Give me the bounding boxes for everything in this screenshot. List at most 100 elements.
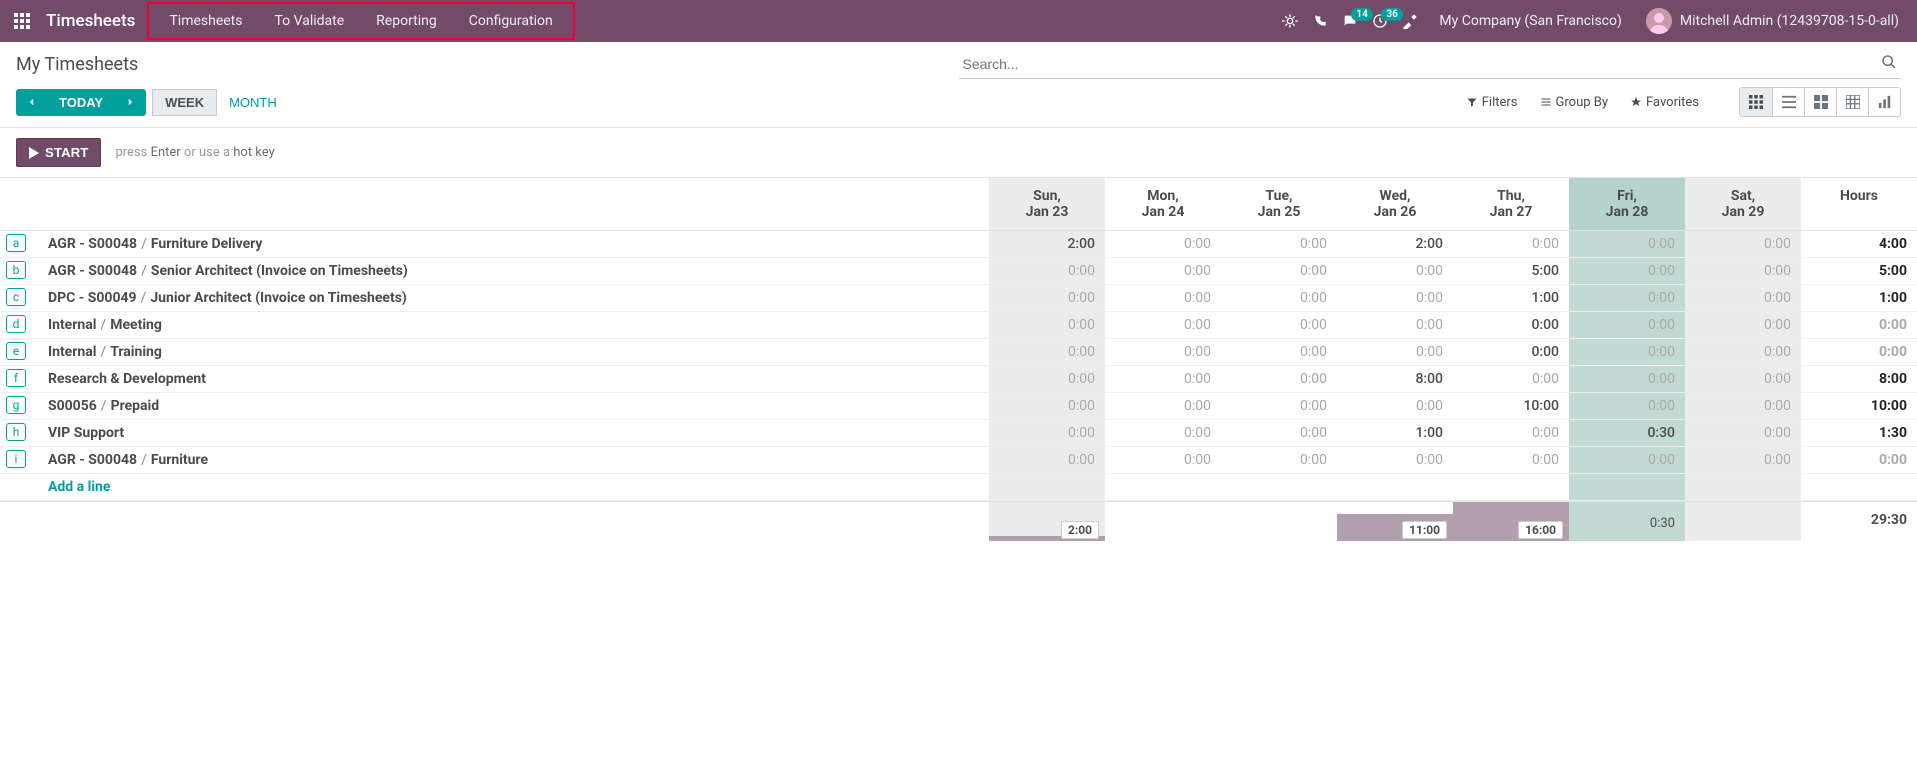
hotkey-badge[interactable]: a xyxy=(6,234,26,252)
time-cell[interactable]: 0:00 xyxy=(1685,339,1801,365)
favorites-menu[interactable]: Favorites xyxy=(1630,95,1699,110)
search-input[interactable] xyxy=(959,50,1902,79)
hotkey-badge[interactable]: d xyxy=(6,315,26,333)
time-cell[interactable]: 0:00 xyxy=(989,285,1105,311)
time-cell[interactable]: 0:00 xyxy=(989,447,1105,473)
row-label[interactable]: Internal/Training xyxy=(40,339,989,365)
time-cell[interactable]: 0:00 xyxy=(1221,285,1337,311)
time-cell[interactable]: 0:00 xyxy=(989,312,1105,338)
time-cell[interactable]: 0:00 xyxy=(1569,231,1685,257)
time-cell[interactable]: 0:00 xyxy=(1105,420,1221,446)
menu-to-validate[interactable]: To Validate xyxy=(259,3,361,39)
time-cell[interactable]: 0:00 xyxy=(1569,312,1685,338)
time-cell[interactable]: 1:00 xyxy=(1453,285,1569,311)
row-label[interactable]: VIP Support xyxy=(40,420,989,446)
time-cell[interactable]: 0:00 xyxy=(1453,366,1569,392)
row-label[interactable]: AGR - S00048/Senior Architect (Invoice o… xyxy=(40,258,989,284)
time-cell[interactable]: 0:30 xyxy=(1569,420,1685,446)
time-cell[interactable]: 0:00 xyxy=(1453,420,1569,446)
time-cell[interactable]: 0:00 xyxy=(1453,447,1569,473)
time-cell[interactable]: 0:00 xyxy=(1685,231,1801,257)
time-cell[interactable]: 0:00 xyxy=(989,420,1105,446)
scale-week[interactable]: WEEK xyxy=(152,89,217,116)
time-cell[interactable]: 0:00 xyxy=(989,339,1105,365)
view-kanban-icon[interactable] xyxy=(1804,88,1836,116)
time-cell[interactable]: 0:00 xyxy=(1569,339,1685,365)
view-grid-icon[interactable] xyxy=(1740,88,1772,116)
time-cell[interactable]: 0:00 xyxy=(1685,285,1801,311)
hotkey-badge[interactable]: h xyxy=(6,423,26,441)
time-cell[interactable]: 0:00 xyxy=(1685,258,1801,284)
time-cell[interactable]: 0:00 xyxy=(1105,258,1221,284)
time-cell[interactable]: 0:00 xyxy=(1569,258,1685,284)
hotkey-badge[interactable]: i xyxy=(6,450,26,468)
next-button[interactable] xyxy=(114,89,146,116)
debug-icon[interactable] xyxy=(1275,6,1305,36)
time-cell[interactable]: 0:00 xyxy=(1337,393,1453,419)
time-cell[interactable]: 0:00 xyxy=(1221,339,1337,365)
menu-configuration[interactable]: Configuration xyxy=(453,3,569,39)
scale-month[interactable]: MONTH xyxy=(217,90,289,115)
time-cell[interactable]: 0:00 xyxy=(1105,312,1221,338)
time-cell[interactable]: 0:00 xyxy=(1221,366,1337,392)
time-cell[interactable]: 0:00 xyxy=(1685,393,1801,419)
row-label[interactable]: Research & Development xyxy=(40,366,989,392)
hotkey-badge[interactable]: g xyxy=(6,396,26,414)
time-cell[interactable]: 0:00 xyxy=(1221,447,1337,473)
time-cell[interactable]: 0:00 xyxy=(1569,393,1685,419)
app-brand[interactable]: Timesheets xyxy=(36,11,145,31)
row-label[interactable]: Internal/Meeting xyxy=(40,312,989,338)
company-selector[interactable]: My Company (San Francisco) xyxy=(1425,13,1635,29)
view-pivot-icon[interactable] xyxy=(1836,88,1868,116)
tools-icon[interactable] xyxy=(1395,6,1425,36)
time-cell[interactable]: 0:00 xyxy=(1221,231,1337,257)
time-cell[interactable]: 0:00 xyxy=(989,258,1105,284)
start-button[interactable]: START xyxy=(16,138,101,167)
time-cell[interactable]: 0:00 xyxy=(1685,366,1801,392)
time-cell[interactable]: 0:00 xyxy=(1105,393,1221,419)
search-icon[interactable] xyxy=(1881,54,1897,70)
menu-timesheets[interactable]: Timesheets xyxy=(153,3,258,39)
time-cell[interactable]: 0:00 xyxy=(1105,366,1221,392)
hotkey-badge[interactable]: b xyxy=(6,261,26,279)
time-cell[interactable]: 0:00 xyxy=(1221,258,1337,284)
view-list-icon[interactable] xyxy=(1772,88,1804,116)
time-cell[interactable]: 0:00 xyxy=(1337,312,1453,338)
row-label[interactable]: AGR - S00048/Furniture Delivery xyxy=(40,231,989,257)
time-cell[interactable]: 0:00 xyxy=(1685,447,1801,473)
time-cell[interactable]: 0:00 xyxy=(1105,231,1221,257)
time-cell[interactable]: 2:00 xyxy=(989,231,1105,257)
row-label[interactable]: DPC - S00049/Junior Architect (Invoice o… xyxy=(40,285,989,311)
view-graph-icon[interactable] xyxy=(1868,88,1900,116)
apps-icon[interactable] xyxy=(8,7,36,35)
time-cell[interactable]: 0:00 xyxy=(1221,420,1337,446)
today-button[interactable]: TODAY xyxy=(48,89,114,116)
filters-menu[interactable]: Filters xyxy=(1466,95,1518,110)
time-cell[interactable]: 0:00 xyxy=(1569,366,1685,392)
time-cell[interactable]: 0:00 xyxy=(1337,285,1453,311)
time-cell[interactable]: 0:00 xyxy=(1453,231,1569,257)
add-line-link[interactable]: Add a line xyxy=(48,479,110,495)
time-cell[interactable]: 10:00 xyxy=(1453,393,1569,419)
prev-button[interactable] xyxy=(16,89,48,116)
time-cell[interactable]: 0:00 xyxy=(1685,312,1801,338)
time-cell[interactable]: 0:00 xyxy=(1453,312,1569,338)
time-cell[interactable]: 0:00 xyxy=(1221,393,1337,419)
time-cell[interactable]: 0:00 xyxy=(1569,285,1685,311)
time-cell[interactable]: 0:00 xyxy=(1337,339,1453,365)
time-cell[interactable]: 0:00 xyxy=(1453,339,1569,365)
user-menu[interactable]: Mitchell Admin (12439708-15-0-all) xyxy=(1636,8,1909,34)
messages-icon[interactable]: 14 xyxy=(1335,6,1365,36)
time-cell[interactable]: 0:00 xyxy=(1337,258,1453,284)
time-cell[interactable]: 5:00 xyxy=(1453,258,1569,284)
time-cell[interactable]: 8:00 xyxy=(1337,366,1453,392)
time-cell[interactable]: 0:00 xyxy=(1105,339,1221,365)
groupby-menu[interactable]: Group By xyxy=(1540,95,1609,110)
phone-icon[interactable] xyxy=(1305,6,1335,36)
time-cell[interactable]: 0:00 xyxy=(1685,420,1801,446)
time-cell[interactable]: 0:00 xyxy=(1221,312,1337,338)
row-label[interactable]: AGR - S00048/Furniture xyxy=(40,447,989,473)
row-label[interactable]: S00056/Prepaid xyxy=(40,393,989,419)
time-cell[interactable]: 2:00 xyxy=(1337,231,1453,257)
time-cell[interactable]: 0:00 xyxy=(989,366,1105,392)
